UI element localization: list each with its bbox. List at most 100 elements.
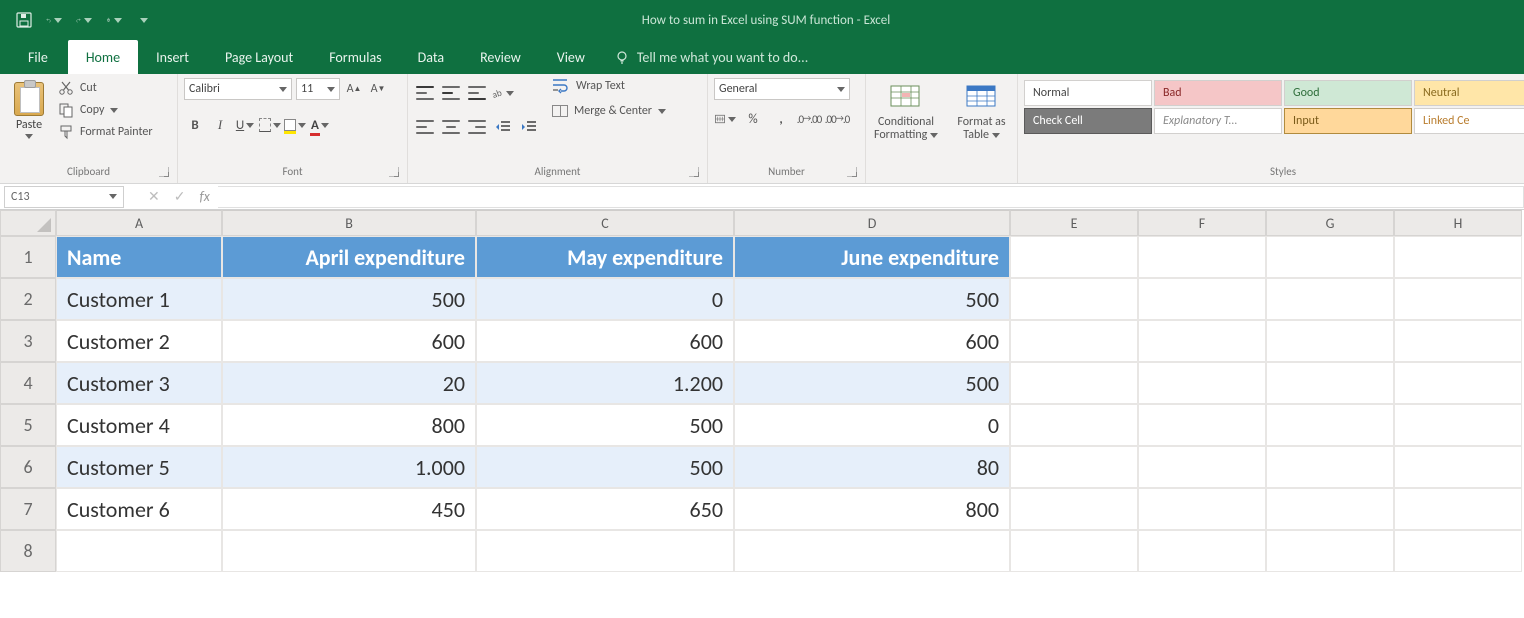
column-header-e[interactable]: E [1010,210,1138,236]
accounting-format-button[interactable] [714,108,736,130]
cell-h4[interactable] [1394,362,1522,404]
cell-b6[interactable]: 1.000 [222,446,476,488]
cell-c4[interactable]: 1.200 [476,362,734,404]
tab-insert[interactable]: Insert [138,40,207,74]
touch-mouse-mode-icon[interactable] [106,12,122,28]
tell-me-search[interactable]: Tell me what you want to do... [603,40,820,74]
undo-icon[interactable] [46,12,62,28]
clipboard-dialog-launcher-icon[interactable] [159,167,169,177]
cell-g1[interactable] [1266,236,1394,278]
cell-c8[interactable] [476,530,734,572]
column-header-f[interactable]: F [1138,210,1266,236]
row-header-3[interactable]: 3 [0,320,56,362]
cell-b8[interactable] [222,530,476,572]
column-header-c[interactable]: C [476,210,734,236]
cell-a5[interactable]: Customer 4 [56,404,222,446]
cell-a1[interactable]: Name [56,236,222,278]
tab-formulas[interactable]: Formulas [311,40,399,74]
row-header-1[interactable]: 1 [0,236,56,278]
align-middle-button[interactable] [440,82,462,104]
select-all-corner[interactable] [0,210,56,236]
cell-h7[interactable] [1394,488,1522,530]
cell-b1[interactable]: April expenditure [222,236,476,278]
style-good[interactable]: Good [1284,80,1412,106]
alignment-dialog-launcher-icon[interactable] [689,167,699,177]
underline-button[interactable]: U [234,114,256,136]
cell-e2[interactable] [1010,278,1138,320]
fx-icon[interactable]: fx [199,188,209,205]
cell-c6[interactable]: 500 [476,446,734,488]
cell-g6[interactable] [1266,446,1394,488]
style-input[interactable]: Input [1284,108,1412,134]
cell-g5[interactable] [1266,404,1394,446]
cell-h2[interactable] [1394,278,1522,320]
row-header-4[interactable]: 4 [0,362,56,404]
cell-d2[interactable]: 500 [734,278,1010,320]
copy-button[interactable]: Copy [58,102,153,118]
cell-e6[interactable] [1010,446,1138,488]
cell-c5[interactable]: 500 [476,404,734,446]
number-format-combo[interactable]: General [714,78,850,100]
cell-styles-gallery[interactable]: Normal Bad Good Neutral Check Cell Expla… [1024,78,1524,134]
name-box[interactable]: C13 [4,186,124,208]
align-bottom-button[interactable] [466,82,488,104]
style-explanatory[interactable]: Explanatory T... [1154,108,1282,134]
cell-a7[interactable]: Customer 6 [56,488,222,530]
tab-data[interactable]: Data [400,40,462,74]
cell-g8[interactable] [1266,530,1394,572]
cell-b7[interactable]: 450 [222,488,476,530]
style-bad[interactable]: Bad [1154,80,1282,106]
tab-page-layout[interactable]: Page Layout [207,40,311,74]
cell-a2[interactable]: Customer 1 [56,278,222,320]
cell-d4[interactable]: 500 [734,362,1010,404]
cell-g4[interactable] [1266,362,1394,404]
decrease-font-size-button[interactable]: A▼ [368,78,388,100]
qat-customize-icon[interactable] [136,12,152,28]
cell-b4[interactable]: 20 [222,362,476,404]
cell-c7[interactable]: 650 [476,488,734,530]
cell-d3[interactable]: 600 [734,320,1010,362]
cell-e3[interactable] [1010,320,1138,362]
decrease-indent-button[interactable] [492,116,514,138]
cell-b5[interactable]: 800 [222,404,476,446]
cell-h5[interactable] [1394,404,1522,446]
orientation-button[interactable]: ab [492,82,514,104]
format-as-table-button[interactable]: Format asTable [952,78,1011,142]
comma-style-button[interactable]: , [770,108,792,130]
tab-home[interactable]: Home [68,40,138,74]
column-header-b[interactable]: B [222,210,476,236]
cell-e8[interactable] [1010,530,1138,572]
fill-color-button[interactable] [284,114,306,136]
increase-font-size-button[interactable]: A▲ [344,78,364,100]
cell-h8[interactable] [1394,530,1522,572]
enter-formula-icon[interactable]: ✓ [174,188,186,205]
cell-d5[interactable]: 0 [734,404,1010,446]
cell-g3[interactable] [1266,320,1394,362]
increase-indent-button[interactable] [518,116,540,138]
style-normal[interactable]: Normal [1024,80,1152,106]
paste-button[interactable]: Paste [6,78,52,139]
cell-h6[interactable] [1394,446,1522,488]
row-header-5[interactable]: 5 [0,404,56,446]
decrease-decimal-button[interactable]: .00→.0 [826,108,848,130]
cell-g7[interactable] [1266,488,1394,530]
redo-icon[interactable] [76,12,92,28]
percent-style-button[interactable]: % [742,108,764,130]
cell-a3[interactable]: Customer 2 [56,320,222,362]
align-left-button[interactable] [414,116,436,138]
cell-d6[interactable]: 80 [734,446,1010,488]
tab-view[interactable]: View [539,40,603,74]
cell-c3[interactable]: 600 [476,320,734,362]
column-header-h[interactable]: H [1394,210,1522,236]
cell-e1[interactable] [1010,236,1138,278]
align-top-button[interactable] [414,82,436,104]
wrap-text-button[interactable]: Wrap Text [552,78,666,94]
bold-button[interactable]: B [184,114,206,136]
column-header-a[interactable]: A [56,210,222,236]
style-check-cell[interactable]: Check Cell [1024,108,1152,134]
column-header-g[interactable]: G [1266,210,1394,236]
cell-c1[interactable]: May expenditure [476,236,734,278]
tab-file[interactable]: File [8,40,68,74]
cell-h3[interactable] [1394,320,1522,362]
number-dialog-launcher-icon[interactable] [847,167,857,177]
